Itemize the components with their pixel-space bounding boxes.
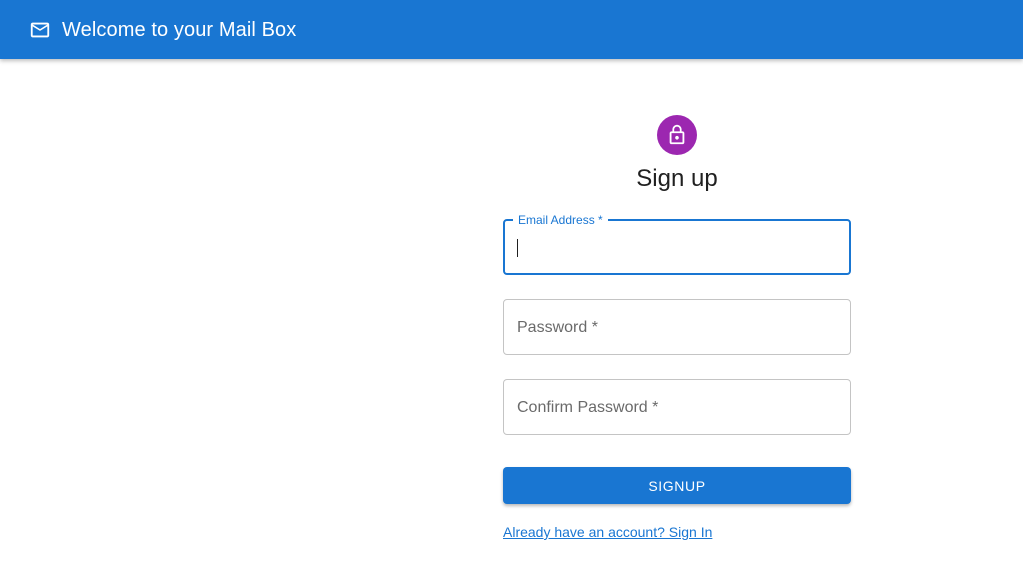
- app-title: Welcome to your Mail Box: [62, 18, 297, 41]
- password-input[interactable]: [504, 300, 850, 354]
- page-title: Sign up: [636, 165, 718, 192]
- lock-icon: [666, 124, 688, 146]
- password-field[interactable]: Password *: [503, 299, 851, 355]
- email-field[interactable]: Email Address *: [503, 212, 851, 275]
- signup-button[interactable]: SIGNUP: [503, 467, 851, 504]
- avatar: [657, 115, 697, 155]
- text-cursor: [517, 239, 518, 257]
- mail-icon: [29, 19, 51, 41]
- signin-link[interactable]: Already have an account? Sign In: [503, 524, 712, 540]
- email-input[interactable]: [505, 221, 849, 273]
- confirm-password-field[interactable]: Confirm Password *: [503, 379, 851, 435]
- confirm-password-input[interactable]: [504, 380, 850, 434]
- app-bar: Welcome to your Mail Box: [0, 0, 1023, 59]
